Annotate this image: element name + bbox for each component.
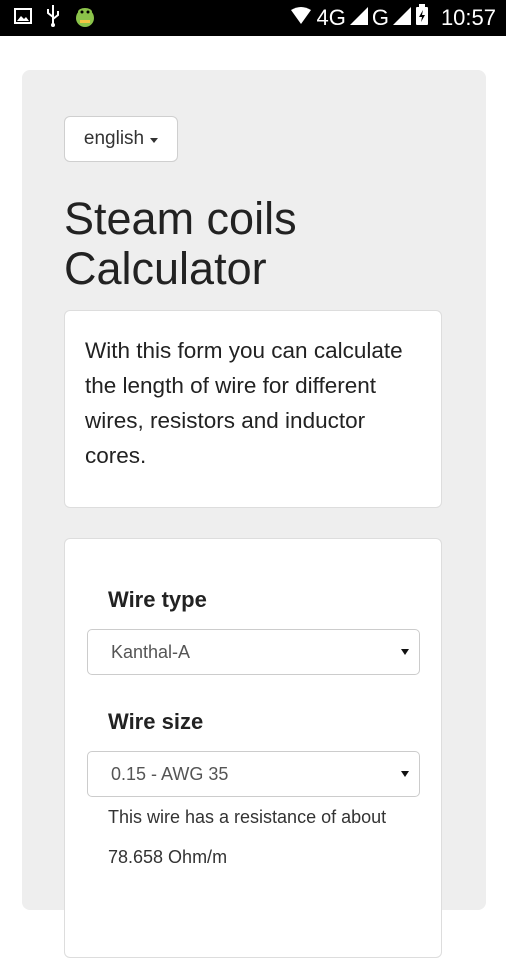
system-status: 4G G 10:57 <box>290 4 506 32</box>
resistance-help-line1: This wire has a resistance of about <box>108 807 387 827</box>
wire-size-select[interactable]: 0.15 - AWG 35 <box>87 751 420 797</box>
wire-type-select[interactable]: Kanthal-A <box>87 629 420 675</box>
status-bar: 4G G 10:57 <box>0 0 506 36</box>
page-title-line2: Calculator <box>64 243 267 294</box>
network-type-label-2: G <box>371 5 389 30</box>
caret-down-icon <box>150 137 159 143</box>
clock: 10:57 <box>440 5 496 30</box>
main-panel: english Steam coils Calculator With this… <box>22 70 486 958</box>
network-type-label: 4G <box>316 5 346 30</box>
wire-size-label: Wire size <box>108 709 204 734</box>
language-dropdown[interactable]: english <box>64 116 178 162</box>
page-title: Steam coils Calculator <box>64 194 464 294</box>
calculator-form: Wire type Kanthal-A Wire size 0.15 - AWG… <box>64 538 442 958</box>
image-notification-icon <box>14 7 32 29</box>
wire-type-value: Kanthal-A <box>111 641 191 662</box>
usb-icon <box>46 4 60 32</box>
page-title-line1: Steam coils <box>64 193 297 244</box>
dropdown-arrow-icon <box>401 649 409 655</box>
battery-charging-icon <box>415 4 429 32</box>
language-value: english <box>83 128 145 149</box>
intro-card: With this form you can calculate the len… <box>64 310 442 508</box>
intro-text: With this form you can calculate the len… <box>85 338 403 468</box>
resistance-help-line2: 78.658 Ohm/m <box>108 847 228 867</box>
wire-type-label: Wire type <box>108 587 207 612</box>
dropdown-arrow-icon <box>401 771 409 777</box>
wire-size-value: 0.15 - AWG 35 <box>111 763 229 784</box>
signal-icon <box>349 5 368 31</box>
wifi-icon <box>290 5 312 31</box>
notification-icons <box>0 4 96 33</box>
signal-icon-2 <box>392 5 411 31</box>
android-debug-icon <box>74 4 96 33</box>
